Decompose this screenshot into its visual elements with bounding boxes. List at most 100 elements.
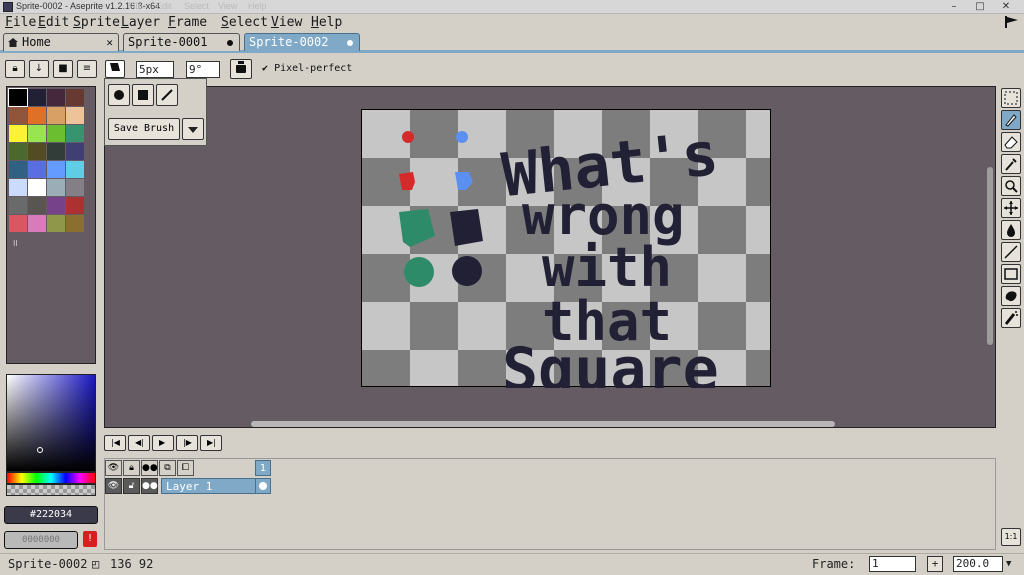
spray-tool[interactable] bbox=[1001, 308, 1021, 328]
palette-swatch[interactable] bbox=[9, 197, 27, 214]
menu-file[interactable]: File bbox=[5, 15, 36, 30]
palette-swatch[interactable] bbox=[28, 161, 46, 178]
pixel-perfect-toggle[interactable]: ✔ Pixel-perfect bbox=[262, 63, 352, 74]
zoom-dropdown-icon[interactable]: ▼ bbox=[1006, 559, 1011, 569]
sprite-canvas[interactable]: What's wrong with that Square bbox=[361, 109, 771, 388]
menu-select[interactable]: Select bbox=[221, 15, 268, 30]
palette-swatch[interactable] bbox=[66, 143, 84, 160]
brush-angle-field[interactable]: 9° bbox=[186, 61, 220, 78]
line-tool[interactable] bbox=[1001, 242, 1021, 262]
layer-menu-button[interactable]: ≡ bbox=[77, 60, 97, 78]
play-button[interactable]: ▶ bbox=[152, 435, 174, 451]
tab-home[interactable]: Home ✕ bbox=[3, 33, 119, 51]
menu-frame[interactable]: Frame bbox=[168, 15, 207, 30]
palette-swatch[interactable] bbox=[28, 215, 46, 232]
save-brush-button[interactable]: Save Brush bbox=[108, 118, 180, 140]
close-window-button[interactable]: ✕ bbox=[996, 0, 1016, 13]
zoom-tool[interactable] bbox=[1001, 176, 1021, 196]
zoom-field[interactable]: 200.0 bbox=[953, 556, 1003, 572]
layer-down-arrow-button[interactable]: ↓ bbox=[29, 60, 49, 78]
palette-swatch[interactable] bbox=[28, 143, 46, 160]
palette-swatch[interactable] bbox=[9, 143, 27, 160]
square-brush-button[interactable] bbox=[132, 84, 154, 106]
layer-box-button[interactable]: ■ bbox=[53, 60, 73, 78]
palette-swatch[interactable] bbox=[66, 89, 84, 106]
palette-swatch[interactable] bbox=[8, 88, 28, 107]
color-warning-icon[interactable]: ! bbox=[83, 531, 97, 547]
layer-1-row[interactable]: Layer 1 bbox=[161, 478, 257, 494]
palette-swatch[interactable] bbox=[9, 125, 27, 142]
reset-zoom-button[interactable]: 1:1 bbox=[1001, 528, 1021, 546]
palette-swatch[interactable] bbox=[47, 179, 65, 196]
palette-swatch[interactable] bbox=[9, 107, 27, 124]
continuous-header-icon[interactable]: ●● bbox=[141, 460, 158, 476]
lock-header-icon[interactable]: 🔒︎ bbox=[123, 460, 140, 476]
ink-type-button[interactable] bbox=[230, 59, 252, 79]
palette-swatch[interactable] bbox=[66, 215, 84, 232]
palette-swatch[interactable] bbox=[47, 161, 65, 178]
visibility-header-eye-icon[interactable]: 👁︎ bbox=[105, 460, 122, 476]
brush-size-field[interactable]: 5px bbox=[136, 61, 174, 78]
layer-lock-icon[interactable]: 🔓︎ bbox=[123, 478, 140, 494]
unsaved-dot-icon[interactable] bbox=[227, 40, 233, 46]
notifications-flag-icon[interactable] bbox=[1004, 15, 1020, 29]
palette-swatch[interactable] bbox=[47, 143, 65, 160]
circle-brush-button[interactable] bbox=[108, 84, 130, 106]
first-frame-button[interactable]: |◀ bbox=[104, 435, 126, 451]
spectrum-handle[interactable] bbox=[37, 447, 43, 453]
alpha-slider[interactable] bbox=[6, 484, 96, 496]
eraser-tool[interactable] bbox=[1001, 132, 1021, 152]
palette-swatch[interactable] bbox=[47, 89, 65, 106]
palette-swatch[interactable] bbox=[66, 125, 84, 142]
lock-icon-button[interactable]: 🔒︎ bbox=[5, 60, 25, 78]
line-brush-button[interactable] bbox=[156, 84, 178, 106]
palette-swatch[interactable] bbox=[66, 179, 84, 196]
tab-home-close-icon[interactable]: ✕ bbox=[106, 34, 113, 51]
eyedropper-tool[interactable] bbox=[1001, 154, 1021, 174]
next-frame-button[interactable]: |▶ bbox=[176, 435, 198, 451]
hue-slider[interactable] bbox=[6, 472, 96, 484]
menu-layer[interactable]: Layer bbox=[121, 15, 160, 30]
palette-swatch[interactable] bbox=[47, 215, 65, 232]
palette-swatch[interactable] bbox=[66, 197, 84, 214]
menu-sprite[interactable]: Sprite bbox=[73, 15, 120, 30]
palette-swatch[interactable] bbox=[66, 107, 84, 124]
background-color-button[interactable]: 0000000 bbox=[4, 531, 78, 549]
save-brush-dropdown-button[interactable] bbox=[182, 118, 204, 140]
brush-type-button[interactable] bbox=[105, 60, 125, 78]
onion-skin-range-icon[interactable]: ⧠ bbox=[177, 460, 194, 476]
horizontal-scrollbar[interactable] bbox=[251, 421, 835, 427]
color-spectrum-picker[interactable] bbox=[6, 374, 96, 472]
palette-swatch[interactable] bbox=[28, 125, 46, 142]
palette-swatch[interactable] bbox=[28, 89, 46, 106]
palette-swatch[interactable] bbox=[28, 197, 46, 214]
palette-swatch[interactable] bbox=[47, 107, 65, 124]
palette-swatch[interactable] bbox=[9, 179, 27, 196]
menu-edit[interactable]: Edit bbox=[38, 15, 69, 30]
frame-header[interactable]: 1 bbox=[255, 460, 271, 476]
rectangle-tool[interactable] bbox=[1001, 264, 1021, 284]
cel-frame-1[interactable] bbox=[255, 478, 271, 494]
tab-sprite-0001[interactable]: Sprite-0001 bbox=[123, 33, 240, 51]
vertical-scrollbar[interactable] bbox=[987, 167, 993, 345]
contour-tool[interactable] bbox=[1001, 286, 1021, 306]
last-frame-button[interactable]: ▶| bbox=[200, 435, 222, 451]
palette-swatch[interactable] bbox=[66, 161, 84, 178]
tab-sprite-0002[interactable]: Sprite-0002 bbox=[244, 33, 360, 51]
paint-bucket-tool[interactable] bbox=[1001, 220, 1021, 240]
palette-swatch[interactable] bbox=[9, 215, 27, 232]
foreground-color-button[interactable]: #222034 bbox=[4, 506, 98, 524]
menu-help[interactable]: Help bbox=[311, 15, 342, 30]
palette-swatch[interactable] bbox=[9, 161, 27, 178]
menu-view[interactable]: View bbox=[271, 15, 302, 30]
palette-swatch[interactable] bbox=[47, 197, 65, 214]
unsaved-dot-icon[interactable] bbox=[347, 40, 353, 46]
pencil-tool[interactable] bbox=[1001, 110, 1021, 130]
layer-continuous-icon[interactable]: ●● bbox=[141, 478, 158, 494]
marquee-tool[interactable] bbox=[1001, 88, 1021, 108]
add-frame-button[interactable]: + bbox=[927, 556, 943, 572]
previous-frame-button[interactable]: ◀| bbox=[128, 435, 150, 451]
sprite-editor[interactable]: What's wrong with that Square bbox=[104, 86, 996, 428]
maximize-button[interactable]: □ bbox=[970, 0, 990, 13]
move-tool[interactable] bbox=[1001, 198, 1021, 218]
